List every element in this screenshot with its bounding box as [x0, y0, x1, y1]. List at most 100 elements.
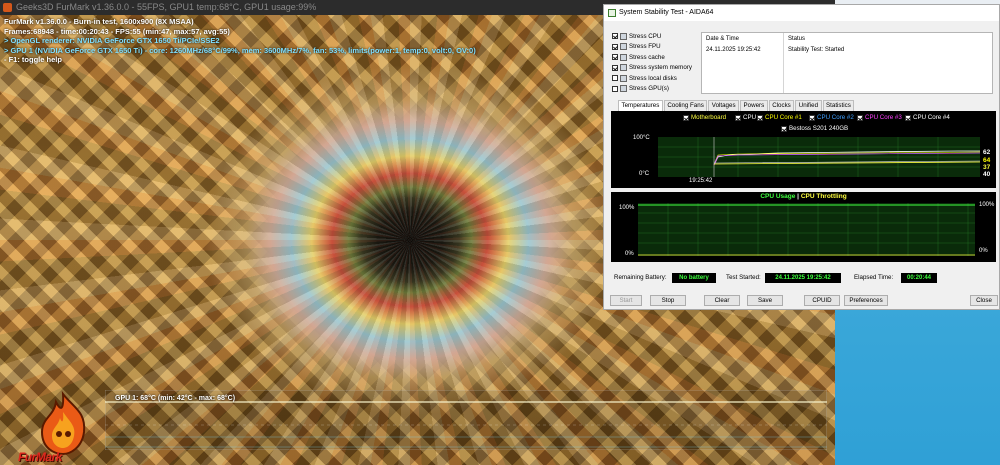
furmark-logo-text: FurMark [18, 450, 62, 464]
cpu-axis-bottom-left: 0% [625, 251, 634, 257]
furmark-flame-icon [40, 390, 86, 456]
aida64-title-text: System Stability Test - AIDA64 [619, 9, 714, 16]
legend-cpu-core-2[interactable]: CPU Core #2 [809, 114, 854, 121]
tab-cooling-fans[interactable]: Cooling Fans [663, 100, 708, 111]
temperature-graph [658, 137, 980, 177]
preferences-button[interactable]: Preferences [844, 295, 888, 306]
cpu-usage-panel: CPU Usage | CPU Throttling 100% 0% 100% … [611, 192, 996, 262]
status-value: Stability Test: Started [788, 47, 845, 53]
furmark-info-line-3: > OpenGL renderer: NVIDIA GeForce GTX 16… [4, 36, 220, 46]
legend-cpu-core-1-checkbox[interactable] [757, 114, 763, 121]
cpu-throttling-legend-label: CPU Throttling [800, 193, 847, 200]
temp-reading-4: 40 [983, 171, 991, 178]
stop-button[interactable]: Stop [650, 295, 686, 306]
stress-cache-checkbox[interactable] [612, 54, 618, 61]
stress-cpu-label: Stress CPU [629, 32, 662, 40]
gpu-icon [620, 85, 627, 93]
legend-cpu-core-2-checkbox[interactable] [809, 114, 815, 121]
test-started-value: 24.11.2025 19:25:42 [765, 273, 841, 283]
temp-reading-2: 64 [983, 157, 991, 164]
save-button[interactable]: Save [747, 295, 783, 306]
cpu-icon [620, 32, 627, 40]
status-column-header: Status [788, 36, 806, 42]
furmark-info-overlay: FurMark v1.36.0.0 - Burn-in test, 1600x9… [4, 17, 476, 65]
legend-ssd[interactable]: Bestoss S201 240GB [781, 125, 848, 132]
legend-motherboard-label: Motherboard [691, 114, 727, 121]
test-info-bar: Remaining Battery: No battery Test Start… [614, 273, 994, 285]
temperature-panel: Motherboard CPU CPU Core #1 CPU Core #2 … [611, 111, 996, 188]
start-button[interactable]: Start [610, 295, 642, 306]
legend-cpu-core-3[interactable]: CPU Core #3 [857, 114, 902, 121]
stress-memory-checkbox[interactable] [612, 64, 618, 71]
legend-motherboard[interactable]: Motherboard [683, 114, 726, 121]
legend-cpu-core-2-label: CPU Core #2 [817, 114, 854, 121]
stress-disks-option[interactable]: Stress local disks [612, 73, 702, 84]
aida64-window: System Stability Test - AIDA64 Stress CP… [603, 4, 1000, 310]
close-button[interactable]: Close [970, 295, 998, 306]
aida64-titlebar[interactable]: System Stability Test - AIDA64 [604, 5, 999, 21]
stress-disks-label: Stress local disks [629, 74, 677, 82]
tab-statistics[interactable]: Statistics [822, 100, 855, 111]
stress-fpu-option[interactable]: Stress FPU [612, 42, 702, 53]
furmark-info-line-2: Frames:68948 - time:00:20:43 - FPS:55 (m… [4, 26, 230, 36]
stress-fpu-checkbox[interactable] [612, 43, 618, 50]
legend-ssd-checkbox[interactable] [781, 125, 787, 132]
memory-icon [620, 64, 627, 72]
stress-cache-option[interactable]: Stress cache [612, 52, 702, 63]
stress-gpu-option[interactable]: Stress GPU(s) [612, 84, 702, 95]
legend-cpu-core-4[interactable]: CPU Core #4 [905, 114, 950, 121]
test-started-label: Test Started: [726, 274, 761, 281]
aida64-app-icon [608, 9, 616, 17]
stress-fpu-label: Stress FPU [629, 43, 661, 51]
elapsed-time-label: Elapsed Time: [854, 274, 894, 281]
temperature-legend: Motherboard CPU CPU Core #1 CPU Core #2 … [611, 111, 996, 135]
legend-cpu-core-3-checkbox[interactable] [857, 114, 863, 121]
cpu-usage-legend-label: CPU Usage [760, 193, 796, 200]
legend-cpu-core-1[interactable]: CPU Core #1 [757, 114, 802, 121]
furmark-app-icon [3, 3, 12, 12]
cpu-axis-top-right: 100% [979, 202, 995, 208]
furmark-info-line-1: FurMark v1.36.0.0 - Burn-in test, 1600x9… [4, 17, 194, 26]
furmark-info-line-4: > GPU 1 (NVIDIA GeForce GTX 1650 Ti) - c… [4, 45, 476, 55]
button-row: Start Stop Clear Save CPUID Preferences … [610, 295, 998, 307]
status-table-divider [783, 33, 784, 93]
datetime-column-header: Date & Time [706, 36, 740, 42]
legend-motherboard-checkbox[interactable] [683, 114, 689, 121]
stress-cpu-checkbox[interactable] [612, 33, 618, 40]
stress-gpu-label: Stress GPU(s) [629, 85, 669, 93]
tab-powers[interactable]: Powers [740, 100, 768, 111]
cpu-usage-legend: CPU Usage | CPU Throttling [611, 193, 996, 200]
legend-cpu-core-4-label: CPU Core #4 [913, 114, 950, 121]
stress-memory-label: Stress system memory [629, 64, 692, 72]
cpu-axis-bottom-right: 0% [979, 248, 988, 254]
stress-cache-label: Stress cache [629, 53, 665, 61]
disk-icon [620, 74, 627, 82]
cache-icon [620, 53, 627, 61]
legend-cpu-core-4-checkbox[interactable] [905, 114, 911, 121]
stress-gpu-checkbox[interactable] [612, 85, 618, 92]
datetime-value: 24.11.2025 19:25:42 [706, 47, 761, 53]
tab-voltages[interactable]: Voltages [708, 100, 740, 111]
elapsed-time-value: 00:20:44 [901, 273, 937, 283]
cpuid-button[interactable]: CPUID [804, 295, 840, 306]
legend-cpu-label: CPU [743, 114, 757, 121]
clear-button[interactable]: Clear [704, 295, 740, 306]
tab-temperatures[interactable]: Temperatures [618, 100, 663, 111]
temp-axis-time: 19:25:42 [689, 178, 713, 184]
legend-cpu-checkbox[interactable] [735, 114, 741, 121]
stress-disks-checkbox[interactable] [612, 75, 618, 82]
temp-reading-1: 62 [983, 149, 991, 156]
stress-cpu-option[interactable]: Stress CPU [612, 31, 702, 42]
temp-axis-top: 100°C [633, 135, 650, 141]
tab-unified[interactable]: Unified [795, 100, 822, 111]
battery-label: Remaining Battery: [614, 274, 667, 281]
status-table: Date & Time Status 24.11.2025 19:25:42 S… [701, 32, 993, 94]
furmark-gpu-temp-label: GPU 1: 68°C (min: 42°C - max: 68°C) [115, 395, 236, 402]
furmark-title-text: Geeks3D FurMark v1.36.0.0 - 55FPS, GPU1 … [16, 2, 317, 12]
legend-cpu-core-1-label: CPU Core #1 [765, 114, 802, 121]
battery-value: No battery [672, 273, 716, 283]
legend-cpu[interactable]: CPU [735, 114, 756, 121]
legend-cpu-core-3-label: CPU Core #3 [865, 114, 902, 121]
stress-memory-option[interactable]: Stress system memory [612, 63, 702, 74]
tab-clocks[interactable]: Clocks [768, 100, 795, 111]
